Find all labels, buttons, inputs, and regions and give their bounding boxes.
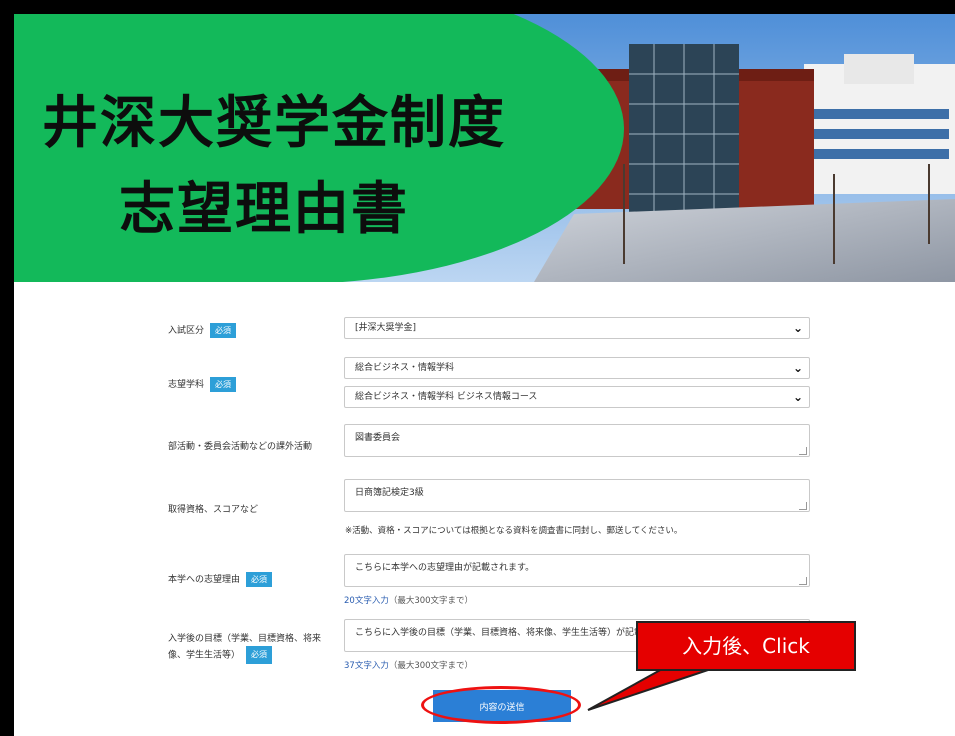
extracurricular-textarea[interactable]: 図書委員会 (344, 424, 810, 457)
page-frame: 井深大奨学金制度 志望理由書 入試区分 必須 [井深大奨学金] ⌄ 志望学科 必須 … (14, 14, 955, 736)
required-badge: 必須 (210, 377, 237, 392)
goals-char-count: 37文字入力（最大300文字まで） (344, 661, 474, 671)
required-badge: 必須 (210, 323, 237, 338)
banner-title-line1: 井深大奨学金制度 (42, 91, 506, 156)
chevron-down-icon: ⌄ (792, 361, 803, 375)
qualifications-value: 日商簿記検定3級 (355, 488, 424, 498)
motivation-char-count: 20文字入力（最大300文字まで） (344, 596, 474, 606)
banner-title-line2: 志望理由書 (119, 177, 409, 242)
chevron-down-icon: ⌄ (792, 321, 803, 335)
extracurricular-value: 図書委員会 (355, 433, 401, 443)
resize-handle-icon[interactable] (799, 577, 807, 585)
exam-category-select[interactable]: [井深大奨学金] ⌄ (344, 317, 810, 339)
submit-highlight-ring (421, 686, 581, 724)
instruction-callout: 入力後、Click (636, 621, 856, 671)
chevron-down-icon: ⌄ (792, 390, 803, 404)
motivation-label: 本学への志望理由 必須 (168, 572, 273, 587)
exam-category-value: [井深大奨学金] (355, 323, 417, 333)
course-value: 総合ビジネス・情報学科 ビジネス情報コース (355, 392, 538, 402)
exam-category-label: 入試区分 必須 (168, 323, 237, 338)
required-badge: 必須 (246, 646, 273, 664)
course-select[interactable]: 総合ビジネス・情報学科 ビジネス情報コース ⌄ (344, 386, 810, 408)
qualifications-label: 取得資格、スコアなど (168, 505, 259, 515)
resize-handle-icon[interactable] (799, 447, 807, 455)
resize-handle-icon[interactable] (799, 502, 807, 510)
required-badge: 必須 (246, 572, 273, 587)
department-select[interactable]: 総合ビジネス・情報学科 ⌄ (344, 357, 810, 379)
qualifications-textarea[interactable]: 日商簿記検定3級 (344, 479, 810, 512)
motivation-textarea[interactable]: こちらに本学への志望理由が記載されます。 (344, 554, 810, 587)
department-label: 志望学科 必須 (168, 377, 237, 392)
department-value: 総合ビジネス・情報学科 (355, 363, 455, 373)
qualifications-note: ※活動、資格・スコアについては根拠となる資料を調査書に同封し、郵送してください。 (345, 526, 683, 536)
header-banner: 井深大奨学金制度 志望理由書 (14, 14, 955, 282)
motivation-value: こちらに本学への志望理由が記載されます。 (355, 563, 535, 573)
extracurricular-label: 部活動・委員会活動などの課外活動 (168, 442, 313, 452)
goals-label: 入学後の目標（学業、目標資格、将来 像、学生生活等） 必須 (168, 632, 321, 664)
